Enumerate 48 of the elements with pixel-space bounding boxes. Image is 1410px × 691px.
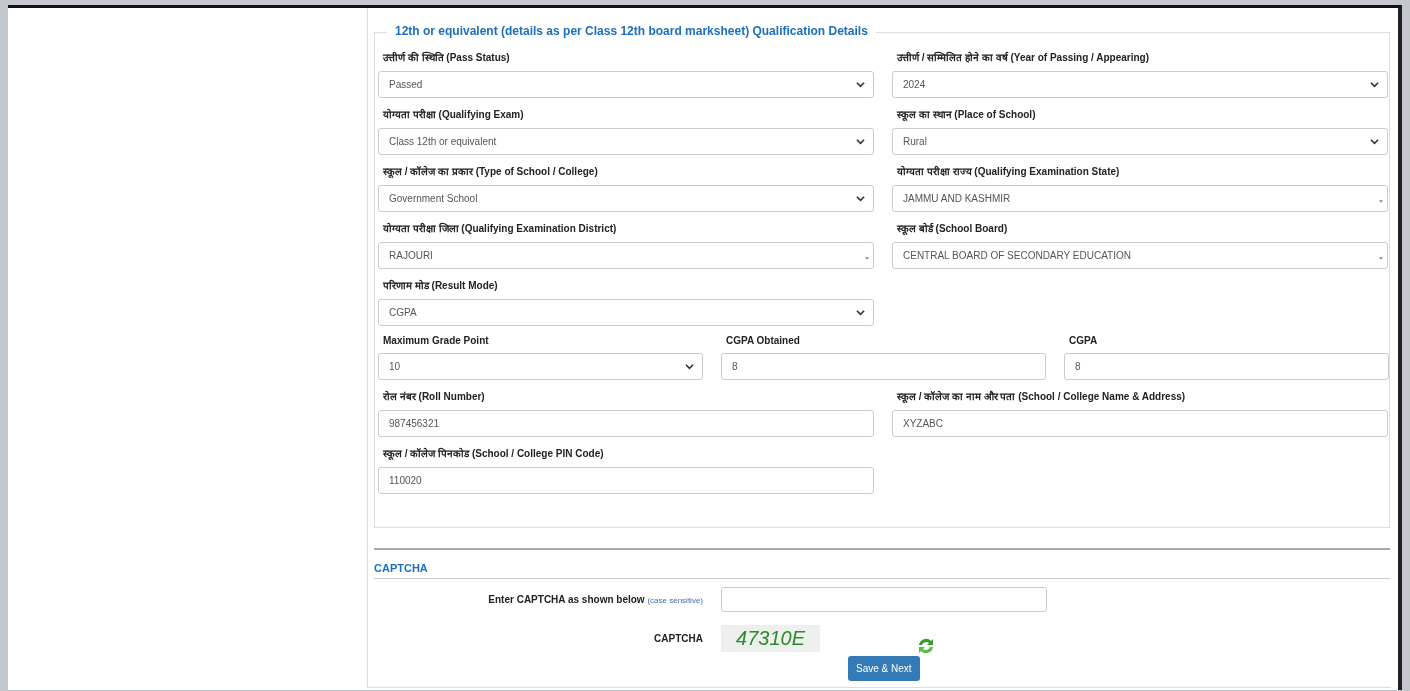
dropdown-field[interactable]: CENTRAL BOARD OF SECONDARY EDUCATION bbox=[892, 242, 1388, 269]
field-label: स्कूल / कॉलेज पिनकोड (School / College PIN Code) bbox=[382, 446, 605, 462]
field-label: परिणाम मोड (Result Mode) bbox=[382, 278, 499, 293]
chevron-down-icon bbox=[856, 309, 865, 316]
chevron-down-icon bbox=[856, 138, 865, 145]
field-label: उत्तीर्ण / सम्मिलित होने का वर्ष (Year of Passing / Appearing) bbox=[896, 50, 1150, 65]
chevron-down-icon bbox=[1370, 138, 1379, 145]
caret-icon bbox=[865, 257, 869, 260]
captcha-heading: CAPTCHA bbox=[374, 562, 1390, 579]
field-label: योग्यता परीक्षा राज्य (Qualifying Examination State) bbox=[896, 164, 1121, 179]
field-label: रोल नंबर (Roll Number) bbox=[382, 389, 486, 404]
refresh-icon[interactable] bbox=[916, 636, 936, 656]
caret-icon bbox=[1379, 257, 1383, 260]
dropdown-field[interactable]: Passed bbox=[378, 71, 874, 98]
field-label: उत्तीर्ण की स्थिति (Pass Status) bbox=[382, 50, 511, 65]
field-label: स्कूल / कॉलेज का नाम और पता (School / College Name & Address) bbox=[896, 389, 1187, 405]
field-label: स्कूल का स्थान (Place of School) bbox=[896, 108, 1037, 123]
chevron-down-icon bbox=[856, 195, 865, 202]
dropdown-field[interactable]: 10 bbox=[378, 353, 703, 380]
chevron-down-icon bbox=[685, 363, 694, 370]
section-legend: 12th or equivalent (details as per Class 12th board marksheet) Qualification Details bbox=[387, 24, 876, 38]
dropdown-field[interactable]: JAMMU AND KASHMIR bbox=[892, 185, 1388, 212]
save-next-button[interactable]: Save & Next bbox=[848, 656, 920, 681]
field-label: स्कूल बोर्ड (School Board) bbox=[896, 221, 1009, 237]
field-label: Maximum Grade Point bbox=[382, 334, 490, 348]
captcha-image: 47310E bbox=[721, 624, 820, 652]
field-label: योग्यता परीक्षा जिला (Qualifying Examination District) bbox=[382, 221, 618, 236]
dropdown-field[interactable]: CGPA bbox=[378, 299, 874, 326]
field-label: स्कूल / कॉलेज का प्रकार (Type of School / College) bbox=[382, 165, 599, 180]
input-field[interactable]: XYZABC bbox=[892, 410, 1388, 437]
input-field[interactable]: 8 bbox=[1064, 353, 1389, 380]
input-field[interactable]: 110020 bbox=[378, 467, 874, 494]
dropdown-field[interactable]: Class 12th or equivalent bbox=[378, 128, 874, 155]
dropdown-field[interactable]: RAJOURI bbox=[378, 242, 874, 269]
field-label: योग्यता परीक्षा (Qualifying Exam) bbox=[382, 107, 525, 122]
dropdown-field[interactable]: 2024 bbox=[892, 71, 1388, 98]
chevron-down-icon bbox=[1370, 81, 1379, 88]
chevron-down-icon bbox=[856, 81, 865, 88]
captcha-prompt: Enter CAPTCHA as shown below (case sensitive) bbox=[487, 594, 703, 605]
field-label: CGPA bbox=[1068, 334, 1099, 348]
input-field[interactable]: 987456321 bbox=[378, 410, 874, 437]
captcha-label: CAPTCHA bbox=[653, 632, 703, 644]
input-field[interactable]: 8 bbox=[721, 353, 1046, 380]
captcha-input-field[interactable] bbox=[721, 587, 1047, 612]
field-label: CGPA Obtained bbox=[725, 334, 801, 348]
dropdown-field[interactable]: Rural bbox=[892, 128, 1388, 155]
caret-icon bbox=[1379, 200, 1383, 203]
dropdown-field[interactable]: Government School bbox=[378, 185, 874, 212]
